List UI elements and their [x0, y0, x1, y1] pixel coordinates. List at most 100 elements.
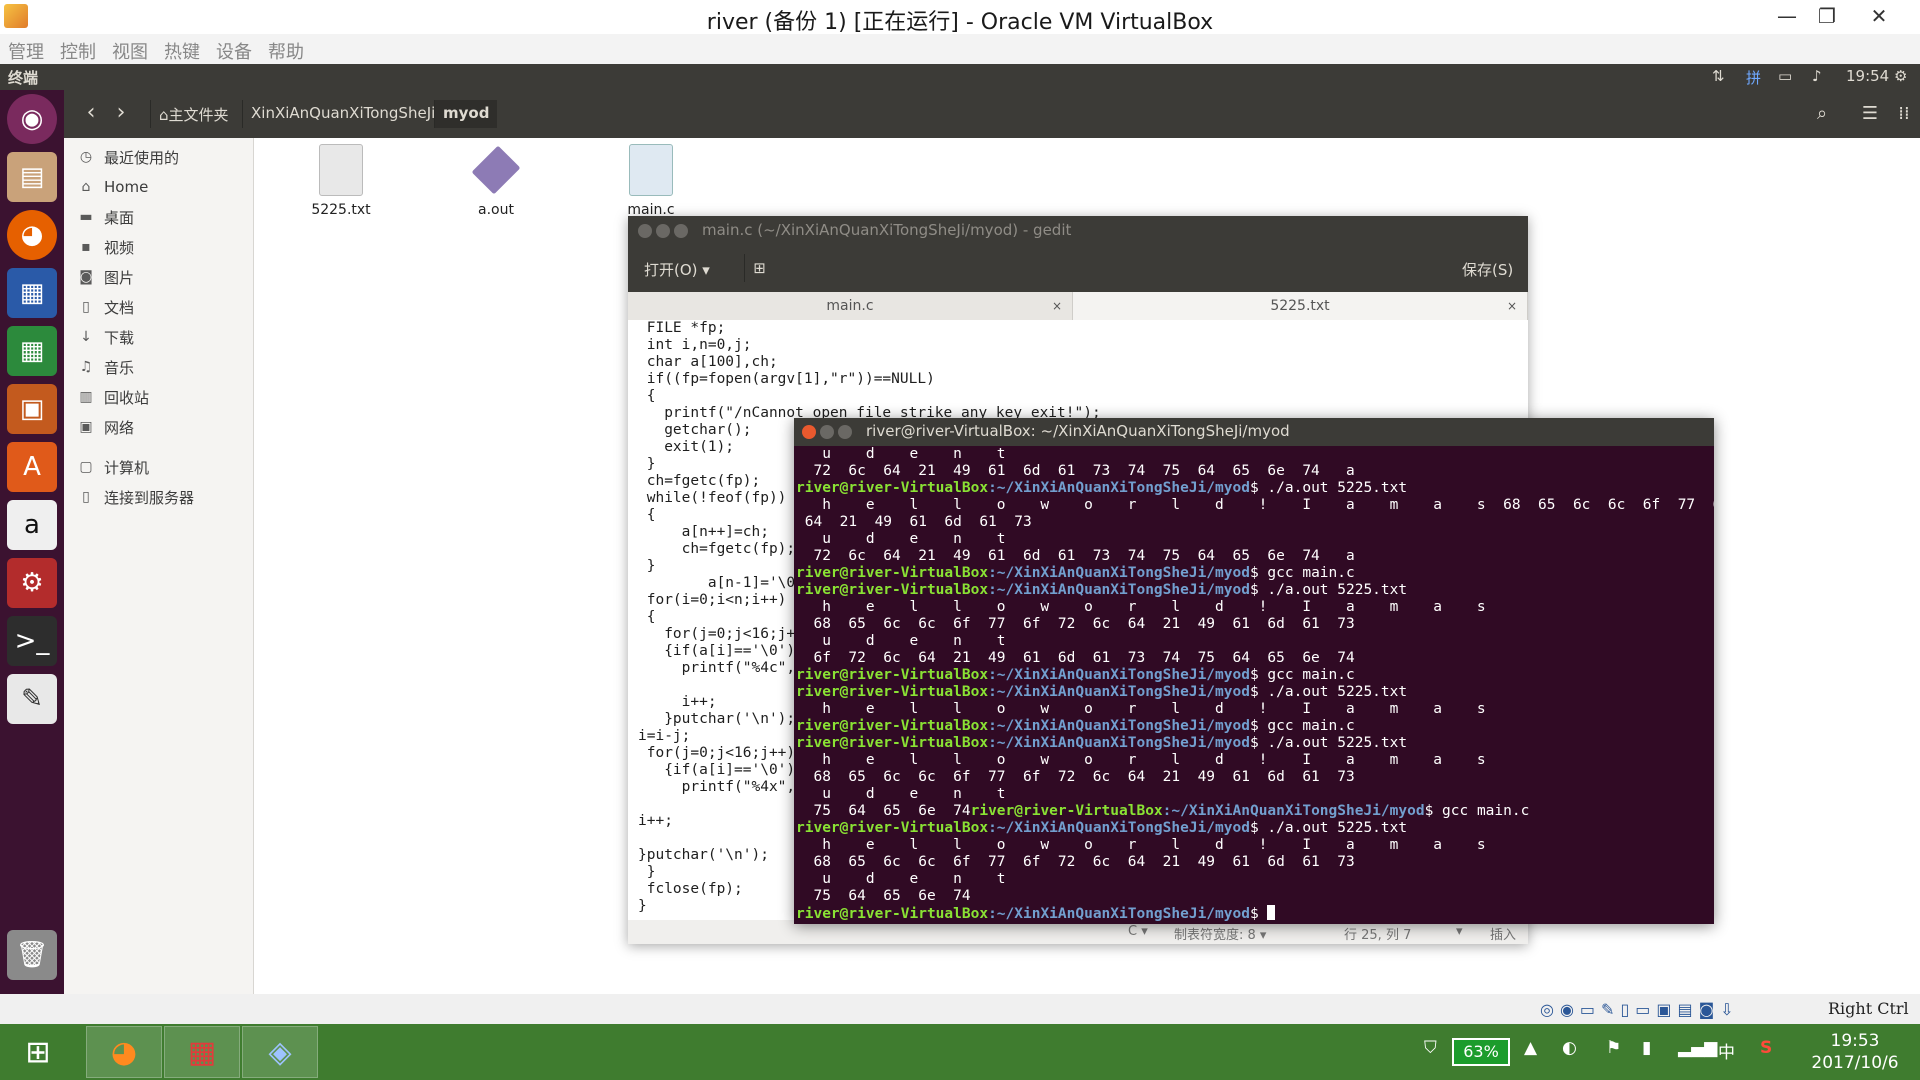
maximize-icon[interactable]: [674, 224, 688, 238]
terminal-line: river@river-VirtualBox:~/XinXiAnQuanXiTo…: [796, 667, 1355, 683]
breadcrumb-myod[interactable]: myod: [434, 100, 498, 128]
terminal-window[interactable]: river@river-VirtualBox: ~/XinXiAnQuanXiT…: [794, 418, 1714, 924]
restore-button[interactable]: ❐: [1804, 2, 1850, 30]
terminal-line: river@river-VirtualBox:~/XinXiAnQuanXiTo…: [796, 735, 1408, 751]
settings-icon[interactable]: ⚙: [1894, 67, 1907, 85]
network-icon[interactable]: ⇅: [1712, 67, 1725, 85]
minimize-icon[interactable]: [656, 224, 670, 238]
open-button[interactable]: 打开(O) ▾: [644, 259, 710, 280]
active-app-name[interactable]: 终端: [8, 67, 38, 88]
tab-width-selector[interactable]: 制表符宽度: 8 ▾: [1174, 924, 1266, 943]
terminal-line: 68 65 6c 6c 6f 77 6f 72 6c 64 21 49 61 6…: [796, 616, 1355, 632]
sidebar-item-home[interactable]: ⌂ Home: [76, 174, 149, 200]
chevron-down-icon: ▾: [702, 261, 710, 279]
power-icon[interactable]: ▮: [1642, 1038, 1651, 1058]
terminal-line: 64 21 49 61 6d 61 73: [796, 514, 1032, 530]
terminal-output[interactable]: u d e n t 72 6c 64 21 49 61 6d 61 73 74 …: [794, 446, 1714, 924]
sidebar-item-videos[interactable]: ▪ 视频: [76, 234, 134, 260]
sidebar-item-downloads[interactable]: ↓ 下载: [76, 324, 134, 350]
new-document-icon[interactable]: ⊞: [744, 254, 774, 282]
close-icon[interactable]: [802, 425, 816, 439]
ubuntu-dash-icon[interactable]: ◉: [7, 94, 57, 144]
sidebar-item-connect-server[interactable]: ▯ 连接到服务器: [76, 484, 194, 510]
c-source-icon: [629, 144, 673, 196]
file-item[interactable]: a.out: [441, 144, 551, 218]
trash-icon[interactable]: 🗑: [7, 930, 57, 980]
calc-icon[interactable]: ▦: [7, 326, 57, 376]
forward-button[interactable]: ›: [106, 98, 136, 128]
taskbar-clock[interactable]: 19:53 2017/10/6: [1800, 1030, 1910, 1074]
cursor-position[interactable]: 行 25, 列 7: [1344, 924, 1411, 943]
security-icon[interactable]: ⛉: [1424, 1038, 1437, 1058]
vm-window-titlebar: river (备份 1) [正在运行] - Oracle VM VirtualB…: [0, 0, 1920, 35]
volume-icon[interactable]: ♪: [1812, 67, 1822, 85]
files-icon[interactable]: ▤: [7, 152, 57, 202]
sidebar-item-trash[interactable]: ▥ 回收站: [76, 384, 149, 410]
terminal-line: u d e n t: [796, 531, 1006, 547]
tab-main-c[interactable]: main.c ×: [628, 292, 1073, 320]
terminal-line: 75 64 65 6e 74: [796, 888, 971, 904]
input-method-icon[interactable]: 拼: [1746, 67, 1761, 88]
file-item[interactable]: 5225.txt: [286, 144, 396, 218]
palette-icon[interactable]: ◐: [1562, 1038, 1577, 1058]
text-editor-icon[interactable]: ✎: [7, 674, 57, 724]
sidebar-item-pictures[interactable]: ◙ 图片: [76, 264, 134, 290]
tab-5225-txt[interactable]: 5225.txt ×: [1073, 292, 1528, 320]
sidebar-item-network[interactable]: ▣ 网络: [76, 414, 134, 440]
windows-start-icon[interactable]: ⊞: [0, 1026, 76, 1078]
network-icon: ▣: [79, 419, 93, 435]
software-center-icon[interactable]: A: [7, 442, 57, 492]
language-selector[interactable]: C ▾: [1128, 924, 1148, 939]
chevron-down-icon[interactable]: ▾: [1456, 924, 1463, 939]
battery-indicator[interactable]: 63%: [1452, 1038, 1510, 1066]
device-status-icons[interactable]: ◎◉▭✎▯▭▣▤◙⇩: [1540, 1000, 1740, 1019]
grid-menu-icon[interactable]: ⁞⁞: [1890, 100, 1918, 128]
amazon-icon[interactable]: a: [7, 500, 57, 550]
system-settings-icon[interactable]: ⚙: [7, 558, 57, 608]
gedit-titlebar: main.c (~/XinXiAnQuanXiTongSheJi/myod) -…: [628, 216, 1528, 246]
menu-help[interactable]: 帮助: [260, 34, 312, 64]
maximize-icon[interactable]: [838, 425, 852, 439]
writer-icon[interactable]: ▦: [7, 268, 57, 318]
terminal-icon[interactable]: >_: [7, 616, 57, 666]
menu-devices[interactable]: 设备: [208, 34, 260, 64]
ime-indicator[interactable]: 中: [1718, 1038, 1735, 1063]
search-icon[interactable]: ⌕: [1808, 100, 1836, 128]
breadcrumb-project[interactable]: XinXiAnQuanXiTongSheJi: [242, 100, 443, 128]
impress-icon[interactable]: ▣: [7, 384, 57, 434]
sidebar-item-desktop[interactable]: ▬ 桌面: [76, 204, 134, 230]
sogou-icon[interactable]: S: [1760, 1038, 1772, 1058]
file-item[interactable]: main.c: [596, 144, 706, 218]
prompt-path: :~/XinXiAnQuanXiTongSheJi/myod: [988, 667, 1250, 683]
menu-hotkeys[interactable]: 热键: [156, 34, 208, 64]
breadcrumb-home[interactable]: ⌂主文件夹: [150, 100, 237, 128]
chevron-up-icon[interactable]: ▲: [1524, 1038, 1537, 1058]
terminal-line: h e l l o w o r l d ! I a m a s: [796, 837, 1486, 853]
sidebar-item-documents[interactable]: ▯ 文档: [76, 294, 134, 320]
close-tab-icon[interactable]: ×: [1507, 292, 1517, 320]
save-button[interactable]: 保存(S): [1462, 259, 1513, 280]
close-icon[interactable]: [638, 224, 652, 238]
sidebar-item-computer[interactable]: ▢ 计算机: [76, 454, 149, 480]
app-taskbar-icon[interactable]: ▦: [164, 1026, 240, 1078]
close-button[interactable]: ✕: [1856, 2, 1902, 30]
menu-view[interactable]: 视图: [104, 34, 156, 64]
minimize-icon[interactable]: [820, 425, 834, 439]
signal-icon[interactable]: ▂▄▆: [1678, 1038, 1717, 1058]
panel-clock[interactable]: 19:54: [1846, 67, 1889, 85]
firefox-taskbar-icon[interactable]: ◕: [86, 1026, 162, 1078]
back-button[interactable]: ‹: [76, 98, 106, 128]
firefox-icon[interactable]: ◕: [7, 210, 57, 260]
terminal-line: h e l l o w o r l d ! I a m a s: [796, 701, 1486, 717]
virtualbox-taskbar-icon[interactable]: ◈: [242, 1026, 318, 1078]
menu-manage[interactable]: 管理: [0, 34, 52, 64]
prompt-user: river@river-VirtualBox: [796, 718, 989, 734]
close-tab-icon[interactable]: ×: [1052, 292, 1062, 320]
list-view-icon[interactable]: ☰: [1856, 100, 1884, 128]
sidebar-item-recent[interactable]: ◷ 最近使用的: [76, 144, 179, 170]
sidebar-item-music[interactable]: ♫ 音乐: [76, 354, 134, 380]
battery-icon[interactable]: ▭: [1778, 67, 1792, 85]
flag-icon[interactable]: ⚑: [1606, 1038, 1621, 1058]
prompt-user: river@river-VirtualBox: [796, 906, 989, 922]
menu-control[interactable]: 控制: [52, 34, 104, 64]
